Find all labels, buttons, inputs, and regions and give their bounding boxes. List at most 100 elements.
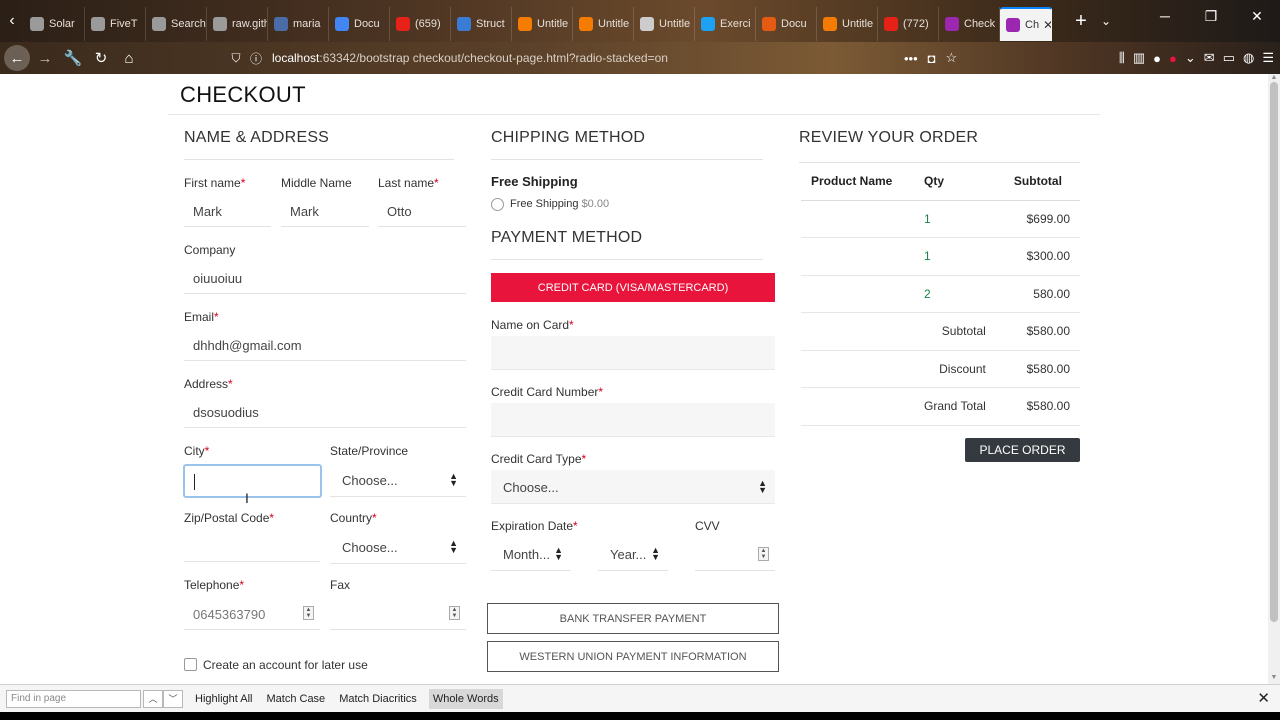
scroll-down-icon[interactable]: ▼ [1268, 674, 1280, 684]
extension-dark-icon[interactable]: ● [1153, 51, 1161, 66]
new-tab-button[interactable]: + [1066, 10, 1096, 33]
browser-tab[interactable]: Docu [756, 7, 817, 41]
library-icon[interactable]: ⫼ [1119, 50, 1125, 66]
extension-screen-icon[interactable]: ▭ [1223, 50, 1235, 66]
number-spinner-icon[interactable]: ▲ ▼ [758, 547, 769, 561]
extension-globe-icon[interactable]: ◍ [1243, 50, 1254, 66]
forward-arrow-icon[interactable]: → [32, 45, 58, 71]
year-select-value: Year... [610, 547, 647, 562]
zip-field[interactable] [184, 528, 320, 562]
back-arrow-icon[interactable]: ← [4, 45, 30, 71]
bookmark-star-icon[interactable]: ☆ [946, 50, 958, 66]
create-account-label[interactable]: Create an account for later use [203, 658, 368, 672]
country-select[interactable]: Choose... ▲ ▼ [330, 530, 466, 564]
payment-divider [491, 259, 763, 260]
browser-tab[interactable]: Untitle [817, 7, 878, 41]
extension-mail-icon[interactable]: ✉ [1204, 50, 1215, 66]
city-field[interactable] [183, 464, 322, 498]
browser-tab[interactable]: (772) [878, 7, 939, 41]
wrench-icon[interactable]: 🔧 [60, 45, 86, 71]
reload-icon[interactable]: ↻ [88, 45, 114, 71]
tab-label: Untitle [598, 18, 630, 30]
free-shipping-label[interactable]: Free Shipping $0.00 [510, 198, 609, 210]
free-shipping-price: $0.00 [581, 198, 610, 210]
telephone-field[interactable]: 0645363790 ▲ ▼ [184, 596, 320, 630]
more-actions-icon[interactable]: ••• [904, 51, 918, 66]
company-field[interactable]: oiuuoiuu [184, 260, 466, 294]
card-type-select[interactable]: Choose... ▲ ▼ [491, 470, 775, 504]
tab-label: Search [171, 18, 206, 30]
find-input[interactable]: Find in page [6, 689, 141, 708]
cvv-field[interactable]: ▲ ▼ [695, 537, 775, 571]
browser-tab[interactable]: Struct [451, 7, 512, 41]
page-scrollbar[interactable]: ▲ ▼ [1268, 74, 1280, 684]
highlight-all-option[interactable]: Highlight All [193, 689, 254, 709]
number-spinner-icon[interactable]: ▲ ▼ [449, 606, 460, 620]
whole-words-option[interactable]: Whole Words [428, 688, 503, 709]
tab-active[interactable]: Ch ✕ [1000, 7, 1052, 41]
find-next-icon[interactable]: ﹀ [163, 689, 183, 708]
shipping-divider [491, 159, 763, 160]
fax-field[interactable]: ▲ ▼ [330, 596, 466, 630]
browser-tab[interactable]: Untitle [512, 7, 573, 41]
extension-arrow-icon[interactable]: ⌄ [1185, 50, 1196, 66]
browser-tab[interactable]: FiveT [85, 7, 146, 41]
browser-tab[interactable]: maria [268, 7, 329, 41]
bank-transfer-button[interactable]: BANK TRANSFER PAYMENT [487, 603, 779, 634]
name-on-card-field[interactable] [491, 336, 775, 370]
find-previous-icon[interactable]: ︿ [143, 689, 163, 708]
free-shipping-radio[interactable] [491, 198, 504, 211]
browser-tab[interactable]: Solar [24, 7, 85, 41]
tab-label: Ch [1025, 19, 1040, 31]
tab-favicon-icon [701, 17, 715, 31]
match-diacritics-option[interactable]: Match Diacritics [337, 689, 419, 709]
email-field[interactable]: dhhdh@gmail.com [184, 327, 466, 361]
sidebar-icon[interactable]: ▥ [1133, 50, 1145, 66]
minimize-icon[interactable]: ─ [1142, 0, 1188, 32]
first-name-field[interactable]: Mark [184, 193, 271, 227]
shield-icon[interactable]: ⛉ [226, 51, 246, 66]
menu-hamburger-icon[interactable]: ☰ [1262, 50, 1274, 66]
info-icon[interactable]: ⓘ [246, 50, 266, 67]
match-case-option[interactable]: Match Case [264, 689, 327, 709]
extension-red-icon[interactable]: ● [1169, 51, 1177, 66]
window-close-icon[interactable]: ✕ [1234, 0, 1280, 32]
nav-bar: ← → 🔧 ↻ ⌂ ⛉ ⓘ localhost:63342/bootstrap … [0, 42, 1280, 74]
tab-close-icon[interactable]: ✕ [1043, 18, 1051, 32]
browser-tab[interactable]: raw.githu [207, 7, 268, 41]
expiration-year-select[interactable]: Year... ▲ ▼ [598, 537, 668, 571]
maximize-icon[interactable]: ❐ [1188, 0, 1234, 32]
browser-tab[interactable]: Search [146, 7, 207, 41]
tab-list-chevron-icon[interactable]: ⌄ [1096, 14, 1116, 28]
card-number-field[interactable] [491, 403, 775, 437]
tab-scroll-left-button[interactable]: ‹ [0, 0, 24, 42]
browser-tab[interactable]: Docu [329, 7, 390, 41]
product-cell [801, 275, 914, 313]
state-select[interactable]: Choose... ▲ ▼ [330, 463, 466, 497]
subtotal-cell: $699.00 [995, 200, 1080, 238]
browser-tab[interactable]: Untitle [634, 7, 695, 41]
address-field[interactable]: dsosuodius [184, 394, 466, 428]
scrollbar-thumb[interactable] [1270, 82, 1278, 622]
home-icon[interactable]: ⌂ [116, 45, 142, 71]
browser-tab[interactable]: Exerci [695, 7, 756, 41]
find-bar: Find in page ︿ ﹀ Highlight All Match Cas… [0, 684, 1280, 712]
browser-tab[interactable]: Untitle [573, 7, 634, 41]
place-order-button[interactable]: PLACE ORDER NOW [965, 438, 1080, 481]
browser-tab[interactable]: Check [939, 7, 1000, 41]
browser-tab[interactable]: (659) [390, 7, 451, 41]
western-union-button[interactable]: WESTERN UNION PAYMENT INFORMATION [487, 641, 779, 672]
tab-label: Docu [781, 18, 807, 30]
middle-name-field[interactable]: Mark [281, 193, 369, 227]
url-bar[interactable]: ⛉ ⓘ localhost:63342/bootstrap checkout/c… [226, 46, 986, 70]
expiration-month-select[interactable]: Month... ▲ ▼ [491, 537, 571, 571]
find-close-icon[interactable]: ✕ [1257, 689, 1270, 707]
last-name-field[interactable]: Otto [378, 193, 466, 227]
credit-card-button[interactable]: CREDIT CARD (VISA/MASTERCARD) [491, 273, 775, 302]
tab-favicon-icon [274, 17, 288, 31]
create-account-checkbox[interactable] [184, 658, 197, 671]
column-header-qty: Qty [914, 163, 996, 201]
telephone-value: 0645363790 [193, 607, 266, 622]
number-spinner-icon[interactable]: ▲ ▼ [303, 606, 314, 620]
pocket-icon[interactable]: ◘ [928, 51, 936, 66]
